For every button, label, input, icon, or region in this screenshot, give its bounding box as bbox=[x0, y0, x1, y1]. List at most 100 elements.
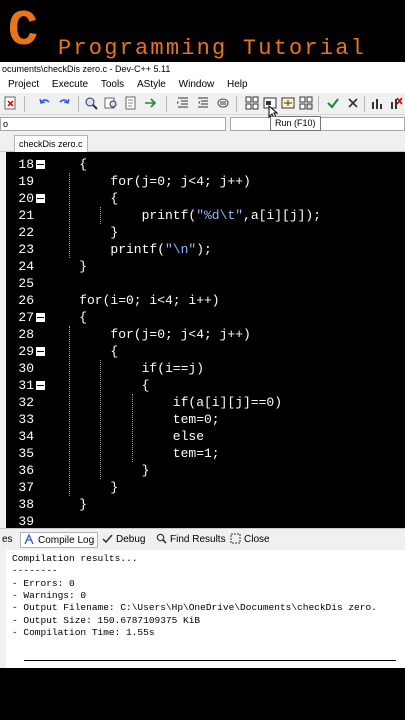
code-line[interactable]: 30 if(i==j) bbox=[6, 360, 405, 377]
code-text: } bbox=[142, 462, 150, 479]
fold-toggle-icon[interactable] bbox=[36, 194, 45, 203]
log-line: - Output Size: 150.6787109375 KiB bbox=[12, 614, 201, 626]
class-combo[interactable]: o bbox=[0, 117, 226, 131]
close-all-icon[interactable] bbox=[4, 96, 18, 110]
menu-execute[interactable]: Execute bbox=[46, 76, 92, 93]
code-token: } bbox=[79, 259, 87, 274]
line-number: 28 bbox=[18, 327, 34, 342]
code-line[interactable]: 20 { bbox=[6, 190, 405, 207]
fold-toggle-icon[interactable] bbox=[36, 160, 45, 169]
fold-toggle-icon[interactable] bbox=[36, 313, 45, 322]
menu-help[interactable]: Help bbox=[221, 76, 252, 93]
code-line[interactable]: 34 else bbox=[6, 428, 405, 445]
main-toolbar bbox=[0, 93, 405, 115]
code-text: if(i==j) bbox=[142, 360, 204, 377]
code-token: } bbox=[110, 225, 119, 240]
c-logo: C bbox=[8, 3, 39, 60]
line-number: 36 bbox=[18, 463, 34, 478]
fold-toggle-icon[interactable] bbox=[36, 381, 45, 390]
log-line: - Compilation Time: 1.55s bbox=[12, 626, 155, 638]
goto-line-icon[interactable] bbox=[144, 96, 158, 110]
output-divider bbox=[24, 660, 396, 661]
code-text: } bbox=[110, 479, 118, 496]
code-line[interactable]: 23 printf("\n"); bbox=[6, 241, 405, 258]
code-token: if(i==j) bbox=[141, 361, 205, 376]
code-line[interactable]: 24} bbox=[6, 258, 405, 275]
code-token: { bbox=[141, 378, 150, 393]
code-line[interactable]: 19 for(j=0; j<4; j++) bbox=[6, 173, 405, 190]
fold-toggle-icon[interactable] bbox=[36, 347, 45, 356]
compile-log-output[interactable]: Compilation results... -------- - Errors: … bbox=[6, 550, 405, 668]
code-line[interactable]: 36} bbox=[6, 462, 405, 479]
code-text: } bbox=[79, 496, 87, 513]
code-line[interactable]: 21 printf("%d\t",a[i][j]); bbox=[6, 207, 405, 224]
secondary-toolbar: o bbox=[0, 115, 405, 133]
close-panel-icon bbox=[230, 533, 241, 544]
code-line[interactable]: 39 bbox=[6, 513, 405, 528]
indent-guide bbox=[69, 326, 71, 496]
video-banner: C Programming Tutorial bbox=[0, 0, 405, 62]
line-number: 25 bbox=[18, 276, 34, 291]
menu-tools[interactable]: Tools bbox=[95, 76, 128, 93]
undo-icon[interactable] bbox=[38, 96, 52, 110]
stop-execution-icon[interactable] bbox=[346, 96, 360, 110]
banner-title: Programming Tutorial bbox=[58, 36, 367, 61]
line-number: 22 bbox=[18, 225, 34, 240]
editor-tabbar: checkDis zero.c bbox=[0, 133, 405, 152]
code-token: { bbox=[110, 191, 119, 206]
ide-window: ocuments\checkDis zero.c - Dev-C++ 5.11 … bbox=[0, 62, 405, 668]
unindent-icon[interactable] bbox=[196, 96, 210, 110]
code-text: for(i=0; i<4; i++) bbox=[79, 292, 219, 309]
code-line[interactable]: 29 { bbox=[6, 343, 405, 360]
log-line: - Warnings: 0 bbox=[12, 589, 87, 601]
delete-profile-icon[interactable] bbox=[389, 96, 403, 110]
menu-bar: Project Execute Tools AStyle Window Help bbox=[0, 76, 405, 93]
tab-compile-log[interactable]: Compile Log bbox=[20, 532, 99, 548]
compile-run-icon[interactable] bbox=[281, 96, 295, 110]
code-line[interactable]: 32 if(a[i][j]==0) bbox=[6, 394, 405, 411]
toggle-comment-icon[interactable] bbox=[216, 96, 230, 110]
search-icon[interactable] bbox=[84, 96, 98, 110]
code-line[interactable]: 31 { bbox=[6, 377, 405, 394]
line-number: 27 bbox=[18, 310, 34, 325]
find-in-files-icon[interactable] bbox=[124, 96, 138, 110]
code-text: } bbox=[79, 258, 87, 275]
find-results-icon bbox=[156, 533, 167, 544]
code-line[interactable]: 22} bbox=[6, 224, 405, 241]
menu-project[interactable]: Project bbox=[0, 76, 43, 93]
file-tab[interactable]: checkDis zero.c bbox=[14, 135, 88, 152]
tab-close[interactable]: Close bbox=[230, 532, 270, 548]
line-number: 23 bbox=[18, 242, 34, 257]
tab-debug[interactable]: Debug bbox=[102, 532, 145, 548]
code-editor[interactable]: 18{19 for(j=0; j<4; j++) 20{21 printf("%d\t… bbox=[6, 152, 405, 528]
run-tooltip: Run (F10) bbox=[270, 116, 321, 131]
code-line[interactable]: 25 bbox=[6, 275, 405, 292]
line-number: 18 bbox=[18, 157, 34, 172]
code-line[interactable]: 35 tem=1; bbox=[6, 445, 405, 462]
code-line[interactable]: 28 for(j=0; j<4; j++) bbox=[6, 326, 405, 343]
debug-icon bbox=[102, 534, 113, 544]
line-number: 30 bbox=[18, 361, 34, 376]
code-line[interactable]: 27 { bbox=[6, 309, 405, 326]
tab-find-results[interactable]: Find Results bbox=[156, 532, 226, 548]
code-line[interactable]: 33 tem=0; bbox=[6, 411, 405, 428]
indent-icon[interactable] bbox=[176, 96, 190, 110]
code-text: else bbox=[173, 428, 204, 445]
code-line[interactable]: 38} bbox=[6, 496, 405, 513]
code-line[interactable]: 18 { bbox=[6, 156, 405, 173]
code-text: { bbox=[79, 309, 87, 326]
code-line[interactable]: 26 for(i=0; i<4; i++) bbox=[6, 292, 405, 309]
code-line[interactable]: 37} bbox=[6, 479, 405, 496]
menu-astyle[interactable]: AStyle bbox=[131, 76, 170, 93]
menu-window[interactable]: Window bbox=[173, 76, 219, 93]
rebuild-all-icon[interactable] bbox=[299, 96, 313, 110]
replace-icon[interactable] bbox=[104, 96, 118, 110]
compile-icon[interactable] bbox=[245, 96, 259, 110]
indent-guide bbox=[131, 394, 133, 462]
syntax-check-icon[interactable] bbox=[326, 96, 340, 110]
redo-icon[interactable] bbox=[57, 96, 71, 110]
tab-resources[interactable]: es bbox=[2, 532, 13, 548]
indent-guide bbox=[69, 173, 71, 258]
profile-chart-icon[interactable] bbox=[370, 96, 384, 110]
code-text: printf("%d\t",a[i][j]); bbox=[142, 207, 321, 224]
